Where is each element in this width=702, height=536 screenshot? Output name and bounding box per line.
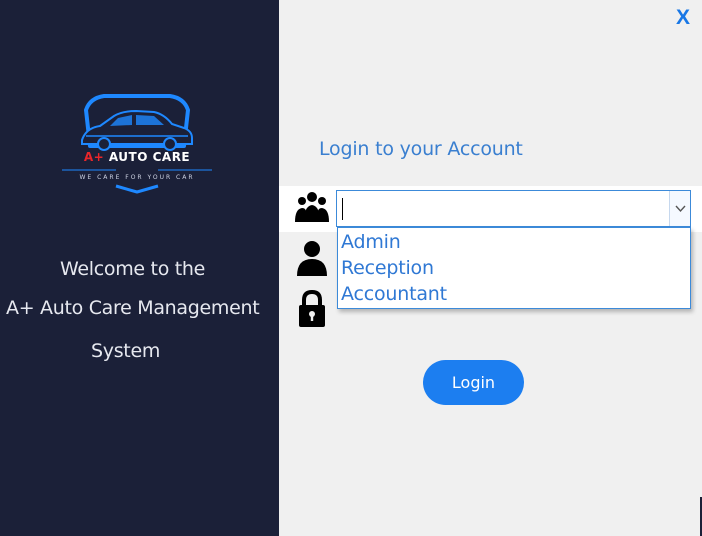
- role-dropdown-button[interactable]: [669, 191, 690, 226]
- auto-care-logo: A+ AUTO CARE WE CARE FOR YOUR CAR: [56, 88, 218, 198]
- role-options-list: Admin Reception Accountant: [337, 227, 691, 309]
- logo-title: A+ AUTO CARE: [56, 150, 218, 164]
- role-option-admin[interactable]: Admin: [341, 231, 401, 253]
- role-option-reception[interactable]: Reception: [341, 257, 434, 279]
- chevron-down-icon: [675, 205, 686, 213]
- close-button[interactable]: X: [672, 6, 694, 30]
- role-option-accountant[interactable]: Accountant: [341, 283, 447, 305]
- welcome-line-1: Welcome to the: [60, 258, 206, 280]
- welcome-line-2: A+ Auto Care Management: [6, 297, 260, 319]
- car-logo-icon: [62, 94, 212, 194]
- users-group-icon: [294, 190, 330, 224]
- logo-name: AUTO CARE: [108, 150, 191, 164]
- logo-tagline: WE CARE FOR YOUR CAR: [79, 174, 195, 181]
- logo-prefix: A+: [83, 150, 105, 164]
- user-icon: [296, 240, 328, 276]
- login-button[interactable]: Login: [423, 360, 524, 405]
- text-caret: [342, 198, 343, 220]
- lock-icon: [298, 290, 326, 328]
- role-select[interactable]: [336, 190, 691, 227]
- brand-panel: A+ AUTO CARE WE CARE FOR YOUR CAR Welcom…: [0, 0, 279, 536]
- welcome-line-3: System: [91, 340, 161, 362]
- login-heading: Login to your Account: [319, 138, 523, 160]
